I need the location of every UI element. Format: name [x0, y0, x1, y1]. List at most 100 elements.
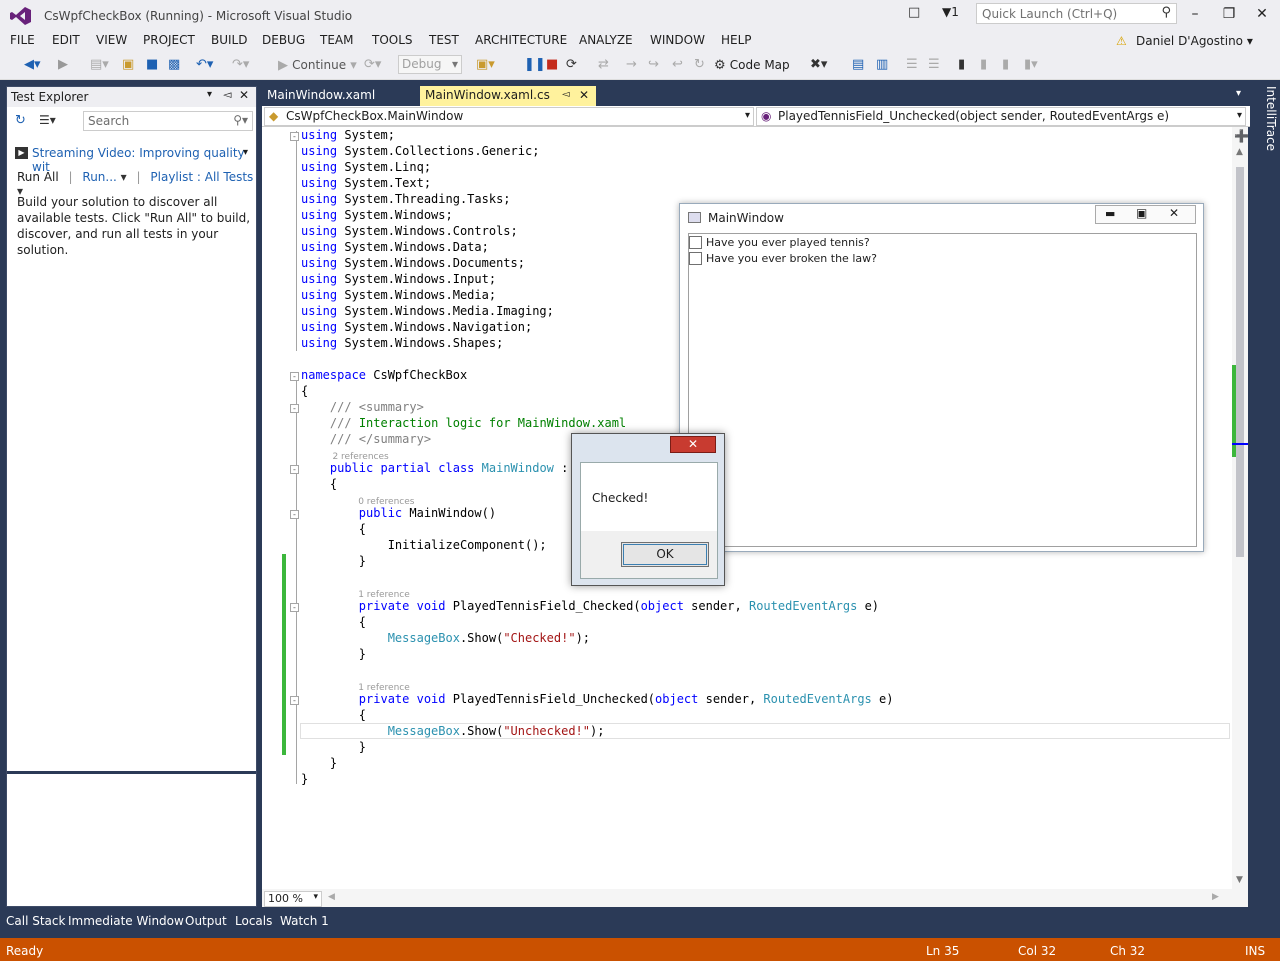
scroll-down-icon[interactable]: ▼: [1236, 875, 1243, 885]
playlist-link[interactable]: Playlist : All Tests: [150, 170, 253, 184]
close-button[interactable]: ✕: [670, 436, 716, 453]
refresh-tests-icon[interactable]: ↻: [15, 113, 26, 128]
tab-locals[interactable]: Locals: [235, 914, 272, 928]
next-bookmark-icon[interactable]: ▮: [1002, 56, 1009, 74]
continue-button[interactable]: ▶ Continue ▾: [278, 56, 357, 74]
user-account[interactable]: Daniel D'Agostino ▾: [1118, 34, 1253, 48]
menu-window[interactable]: WINDOW: [650, 33, 705, 47]
fold-toggle[interactable]: -: [290, 132, 299, 141]
close-button[interactable]: ✕: [1252, 4, 1272, 24]
redo-icon[interactable]: ↷▾: [232, 56, 249, 74]
scroll-right-icon[interactable]: ▶: [1212, 892, 1219, 902]
new-project-icon[interactable]: ▤▾: [90, 56, 109, 74]
feedback-icon[interactable]: □: [908, 5, 920, 20]
menu-tools[interactable]: TOOLS: [372, 33, 413, 47]
open-file-icon[interactable]: ▣: [122, 56, 134, 74]
pin-icon[interactable]: ◅: [562, 89, 570, 100]
prev-bookmark-icon[interactable]: ▮: [980, 56, 987, 74]
fold-toggle[interactable]: -: [290, 510, 299, 519]
close-tab-icon[interactable]: ✕: [579, 88, 589, 102]
code-line: 1 reference: [301, 683, 410, 693]
panel-splitter[interactable]: [7, 771, 256, 774]
step-over-icon[interactable]: ↪: [648, 56, 659, 74]
hot-reload-icon[interactable]: ↻: [694, 56, 705, 74]
configuration-dropdown[interactable]: Debug ▾: [398, 55, 462, 74]
scroll-left-icon[interactable]: ◀: [328, 892, 335, 902]
thread-icon[interactable]: ▤: [852, 56, 864, 74]
test-search-input[interactable]: Search ⚲▾: [83, 111, 253, 131]
save-all-icon[interactable]: ▩: [168, 56, 180, 74]
horizontal-scrollbar[interactable]: ◀ ▶: [262, 889, 1248, 907]
run-link[interactable]: Run...: [82, 170, 116, 184]
show-next-statement-icon[interactable]: ⇄: [598, 56, 609, 74]
group-by-icon[interactable]: ☰▾: [39, 113, 56, 127]
close-panel-icon[interactable]: ✕: [239, 88, 249, 102]
save-icon[interactable]: ■: [146, 56, 158, 74]
played-tennis-checkbox[interactable]: [689, 236, 702, 249]
zoom-dropdown[interactable]: 100 % ▾: [264, 891, 322, 907]
app-main-window[interactable]: MainWindow ▬ ▣ ✕ Have you ever played te…: [679, 203, 1204, 552]
clear-bookmarks-icon[interactable]: ▮▾: [1024, 56, 1038, 74]
menu-analyze[interactable]: ANALYZE: [579, 33, 633, 47]
tab-mainwindow-xaml-cs[interactable]: MainWindow.xaml.cs ◅ ✕: [420, 86, 596, 106]
menu-debug[interactable]: DEBUG: [262, 33, 305, 47]
vertical-scrollbar[interactable]: ➕ ▲ ▼: [1232, 127, 1249, 889]
fold-toggle[interactable]: -: [290, 372, 299, 381]
scroll-up-icon[interactable]: ▲: [1236, 147, 1243, 157]
menu-view[interactable]: VIEW: [96, 33, 127, 47]
minimize-button[interactable]: –: [1185, 4, 1205, 24]
notifications-icon[interactable]: ▼1: [942, 5, 959, 19]
forward-icon[interactable]: ▶: [58, 56, 68, 74]
code-map-button[interactable]: ⚙ Code Map: [714, 56, 790, 74]
menu-build[interactable]: BUILD: [211, 33, 247, 47]
step-into-icon[interactable]: →: [626, 56, 637, 74]
fold-toggle[interactable]: -: [290, 404, 299, 413]
comment-icon[interactable]: ☰: [906, 56, 918, 74]
menu-architecture[interactable]: ARCHITECTURE: [475, 33, 567, 47]
uncomment-icon[interactable]: ☰: [928, 56, 940, 74]
menu-edit[interactable]: EDIT: [52, 33, 80, 47]
tab-call-stack[interactable]: Call Stack: [6, 914, 65, 928]
dropdown-icon[interactable]: ▾: [243, 147, 248, 158]
fold-toggle[interactable]: -: [290, 603, 299, 612]
minimize-button[interactable]: ▬: [1105, 207, 1115, 220]
split-icon[interactable]: ➕: [1234, 129, 1249, 143]
code-line: 2 references: [301, 452, 389, 462]
fold-toggle[interactable]: -: [290, 465, 299, 474]
step-out-icon[interactable]: ↩: [672, 56, 683, 74]
close-button[interactable]: ✕: [1169, 206, 1179, 220]
quick-launch-input[interactable]: Quick Launch (Ctrl+Q) ⚲: [976, 3, 1177, 24]
breakpoints-icon[interactable]: ✖▾: [810, 56, 827, 74]
undo-icon[interactable]: ↶▾: [196, 56, 213, 74]
intellitrace-tab[interactable]: IntelliTrace: [1254, 86, 1278, 166]
restart-icon[interactable]: ⟳: [566, 56, 577, 74]
stop-icon[interactable]: ■: [546, 56, 558, 74]
pause-icon[interactable]: ❚❚: [524, 56, 546, 74]
broken-law-checkbox[interactable]: [689, 252, 702, 265]
maximize-button[interactable]: ▣: [1136, 206, 1147, 220]
panel-menu-icon[interactable]: ▾: [207, 89, 212, 100]
run-all-link[interactable]: Run All: [17, 170, 59, 184]
back-icon[interactable]: ◀▾: [24, 56, 41, 74]
scroll-thumb[interactable]: [1236, 167, 1244, 557]
bookmark-icon[interactable]: ▮: [958, 56, 965, 74]
menu-team[interactable]: TEAM: [320, 33, 353, 47]
ok-button[interactable]: OK: [621, 542, 709, 567]
menu-help[interactable]: HELP: [721, 33, 752, 47]
tab-output[interactable]: Output: [185, 914, 227, 928]
fold-toggle[interactable]: -: [290, 696, 299, 705]
refresh-icon[interactable]: ⟳▾: [364, 56, 381, 74]
find-icon[interactable]: ▣▾: [476, 56, 495, 74]
tab-overflow-icon[interactable]: ▾: [1236, 88, 1241, 99]
restore-button[interactable]: ❐: [1219, 4, 1239, 24]
tab-watch-1[interactable]: Watch 1: [280, 914, 329, 928]
menu-test[interactable]: TEST: [429, 33, 459, 47]
tab-immediate-window[interactable]: Immediate Window: [68, 914, 184, 928]
member-dropdown[interactable]: ◉ PlayedTennisField_Unchecked(object send…: [756, 107, 1246, 126]
type-dropdown[interactable]: ◆ CsWpfCheckBox.MainWindow ▾: [264, 107, 754, 126]
stack-frame-icon[interactable]: ▥: [876, 56, 888, 74]
tab-mainwindow-xaml[interactable]: MainWindow.xaml ▢: [262, 86, 390, 116]
pin-icon[interactable]: ◅: [223, 88, 231, 101]
menu-project[interactable]: PROJECT: [143, 33, 195, 47]
menu-file[interactable]: FILE: [10, 33, 35, 47]
